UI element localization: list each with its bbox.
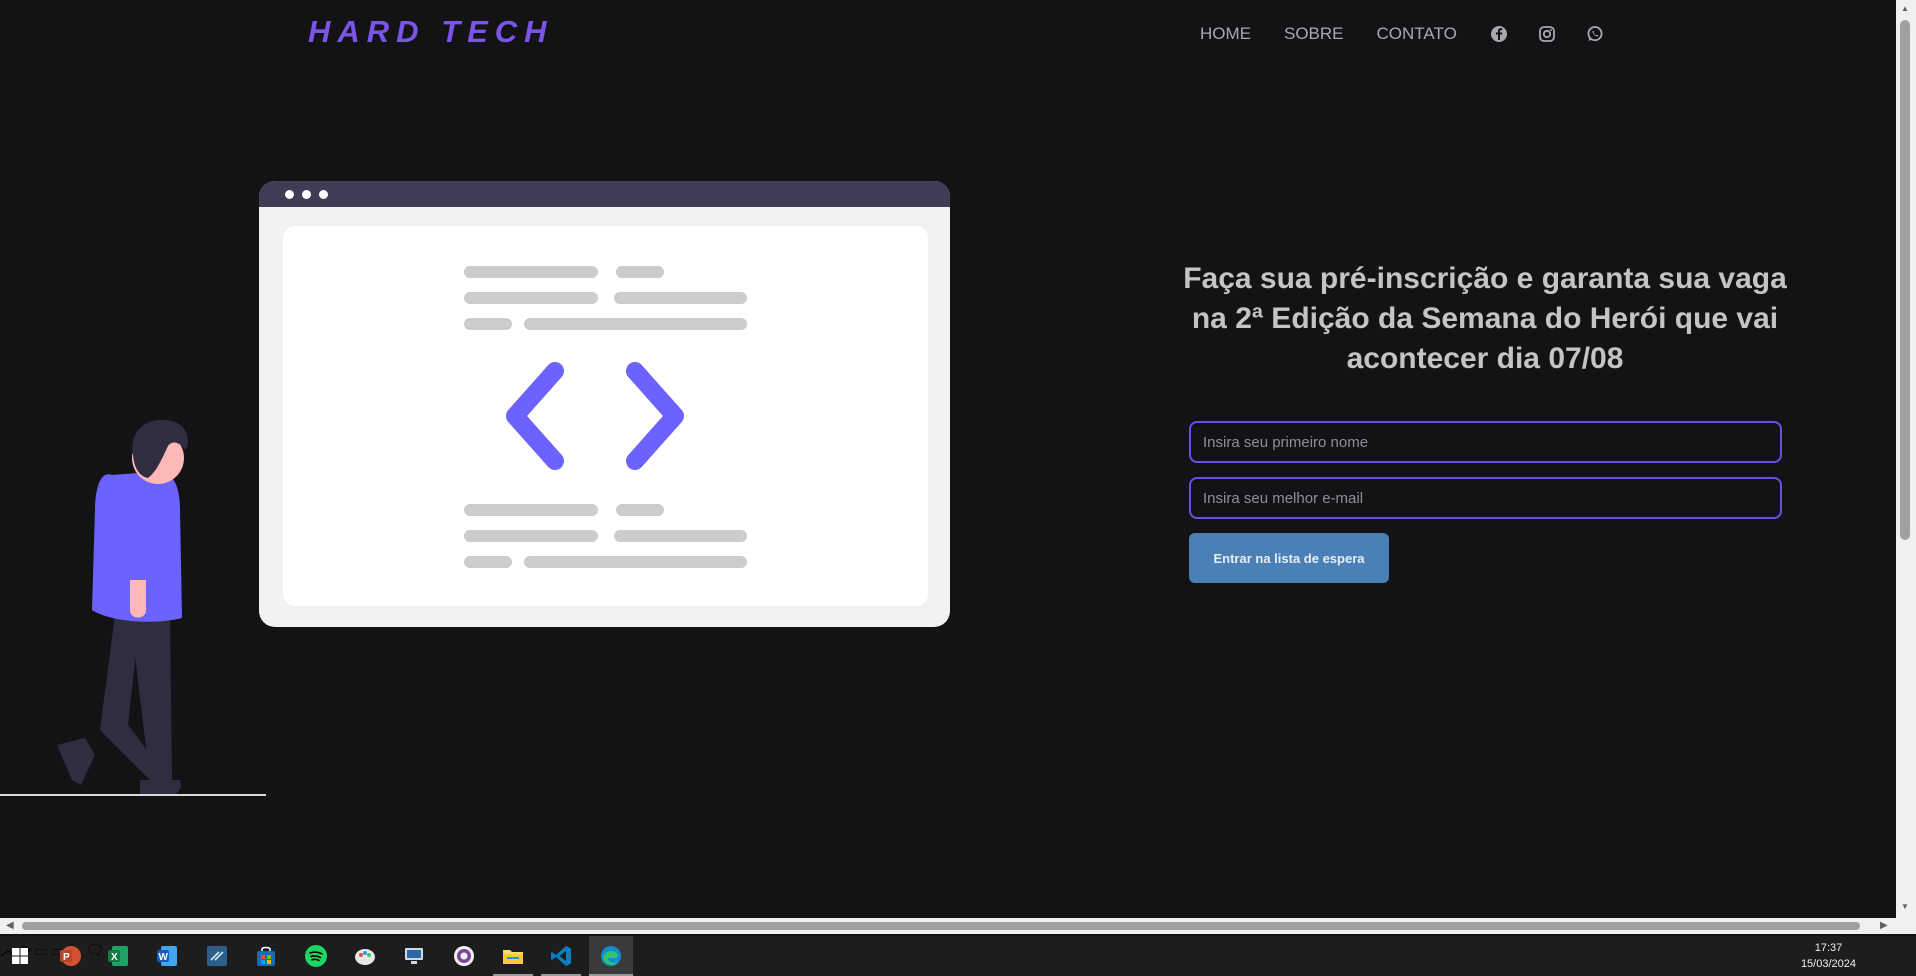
main-nav: HOME SOBRE CONTATO xyxy=(1200,24,1634,44)
first-name-input[interactable] xyxy=(1189,421,1782,463)
placeholder-line xyxy=(524,318,747,330)
placeholder-line xyxy=(464,266,598,278)
spotify-icon[interactable] xyxy=(302,942,330,970)
window-titlebar xyxy=(259,181,950,207)
window-dot xyxy=(319,190,328,199)
svg-text:W: W xyxy=(159,952,169,963)
window-content xyxy=(283,226,928,606)
svg-text:X: X xyxy=(111,952,118,963)
svg-text:P: P xyxy=(63,952,70,963)
placeholder-line xyxy=(616,266,664,278)
notifications-icon[interactable]: 🗨 xyxy=(85,942,104,959)
placeholder-line xyxy=(614,530,747,542)
placeholder-line xyxy=(614,292,747,304)
taskbar: P X W ︿ 🕪 ▭ ▭ ◜ 17:37 15/03/2024 🗨 xyxy=(0,936,1916,976)
placeholder-line xyxy=(464,556,512,568)
person-illustration xyxy=(57,419,188,795)
clock-time: 17:37 xyxy=(1814,942,1843,954)
placeholder-line xyxy=(616,504,664,516)
nav-contato[interactable]: CONTATO xyxy=(1377,24,1457,44)
scroll-right-icon[interactable]: ▶ xyxy=(1880,920,1888,931)
horizontal-scroll-thumb[interactable] xyxy=(22,922,1860,930)
placeholder-line xyxy=(464,530,598,542)
word-icon[interactable]: W xyxy=(153,942,181,970)
signup-headline: Faça sua pré-inscrição e garanta sua vag… xyxy=(1183,262,1787,375)
facebook-icon[interactable] xyxy=(1490,25,1508,43)
scroll-up-icon[interactable]: ▲ xyxy=(1901,4,1909,13)
paint-icon[interactable] xyxy=(351,942,379,970)
page: HARD TECH HOME SOBRE CONTATO Faça sua pr… xyxy=(0,0,1896,918)
placeholder-line xyxy=(464,504,598,516)
tor-browser-icon[interactable] xyxy=(450,942,478,970)
vscode-icon[interactable] xyxy=(547,942,575,970)
placeholder-line xyxy=(524,556,747,568)
excel-icon[interactable]: X xyxy=(104,942,132,970)
file-explorer-icon[interactable] xyxy=(499,942,527,970)
scroll-left-icon[interactable]: ◀ xyxy=(6,920,14,931)
code-window-illustration xyxy=(259,181,950,627)
windows-start-icon[interactable] xyxy=(6,942,34,970)
site-logo[interactable]: HARD TECH xyxy=(308,14,554,50)
horizontal-scrollbar[interactable]: ◀ ▶ xyxy=(0,918,1916,934)
terminal-icon[interactable] xyxy=(203,942,231,970)
code-brackets-icon xyxy=(506,362,684,470)
vertical-scroll-thumb[interactable] xyxy=(1900,20,1910,540)
email-input[interactable] xyxy=(1189,477,1782,519)
powerpoint-icon[interactable]: P xyxy=(56,942,84,970)
vertical-scrollbar[interactable]: ▲ ▼ xyxy=(1896,0,1916,918)
placeholder-line xyxy=(464,318,512,330)
system-clock[interactable]: 17:37 15/03/2024 xyxy=(1801,940,1856,972)
meet-icon[interactable]: ▭ xyxy=(35,942,47,959)
placeholder-line xyxy=(464,292,598,304)
clock-date: 15/03/2024 xyxy=(1800,958,1856,970)
ground-line xyxy=(0,794,266,796)
nav-home[interactable]: HOME xyxy=(1200,24,1251,44)
window-dot xyxy=(285,190,294,199)
nav-sobre[interactable]: SOBRE xyxy=(1284,24,1344,44)
store-icon[interactable] xyxy=(252,942,280,970)
edge-icon[interactable] xyxy=(597,942,625,970)
window-dot xyxy=(302,190,311,199)
instagram-icon[interactable] xyxy=(1538,25,1556,43)
network-app-icon[interactable] xyxy=(400,942,428,970)
join-waitlist-button[interactable]: Entrar na lista de espera xyxy=(1189,533,1389,583)
scroll-down-icon[interactable]: ▼ xyxy=(1901,902,1909,911)
whatsapp-icon[interactable] xyxy=(1586,25,1604,43)
